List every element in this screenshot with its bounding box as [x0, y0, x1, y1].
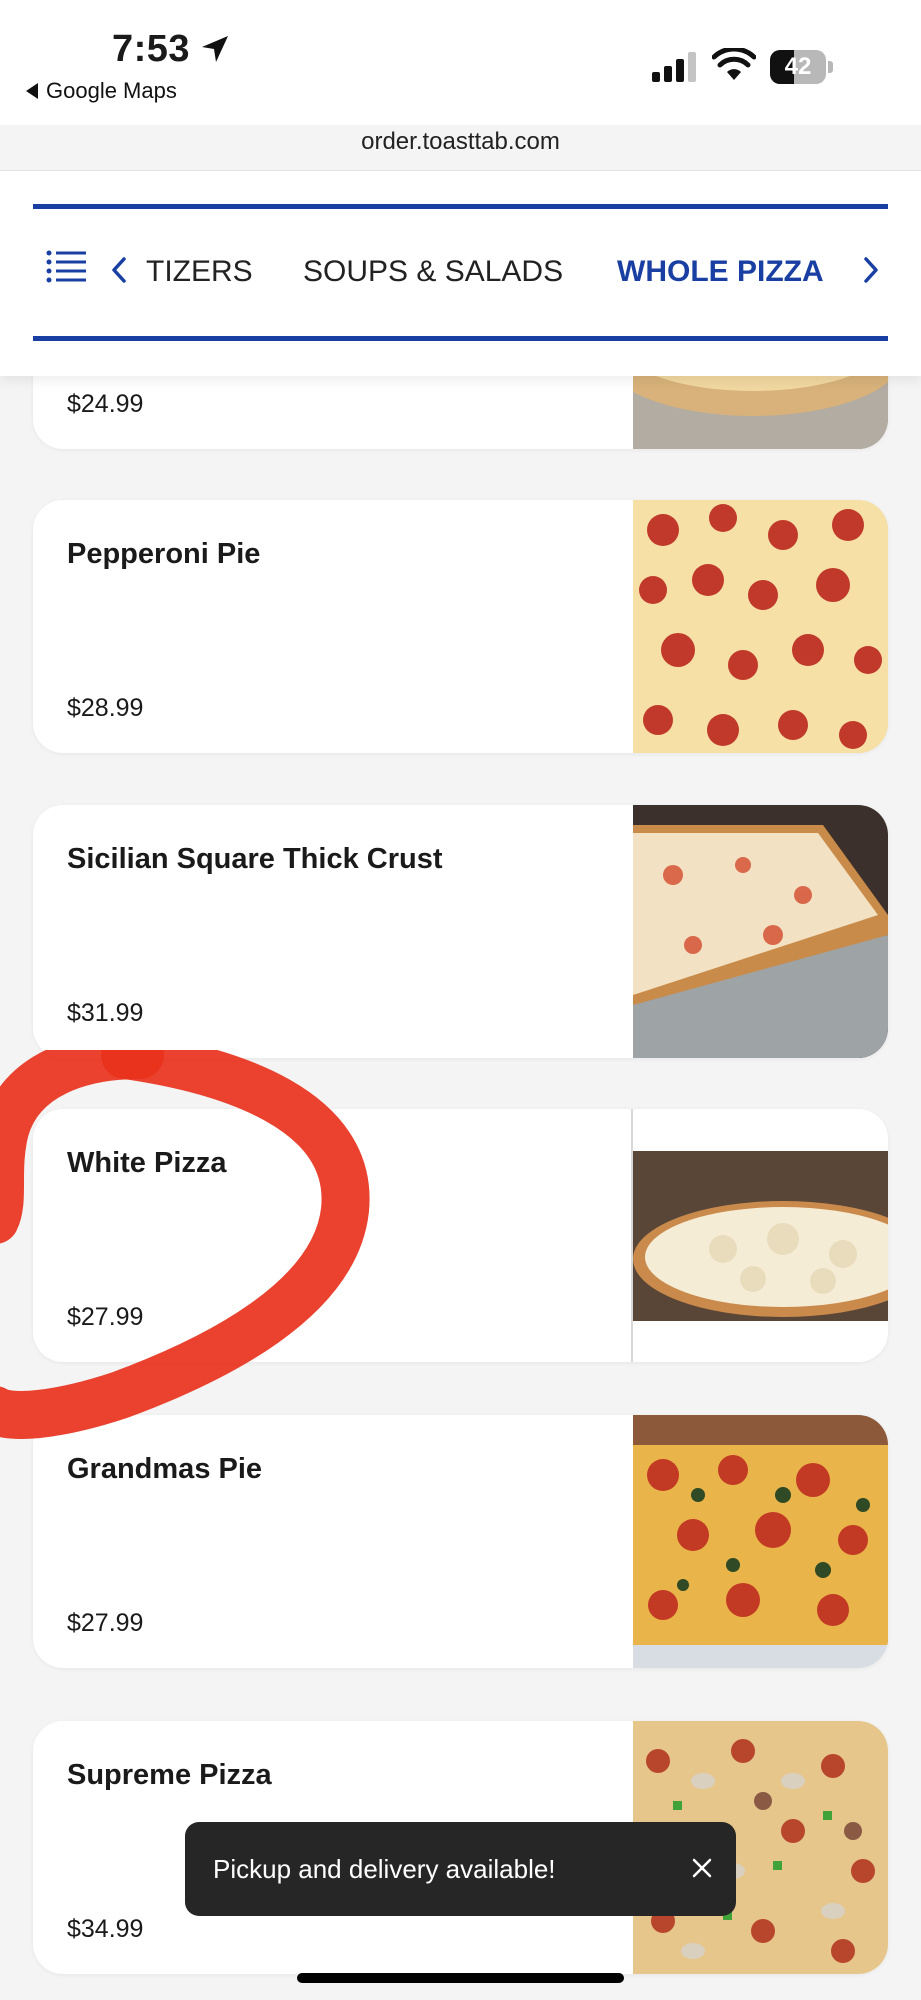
tab-appetizers[interactable]: TIZERS	[146, 255, 253, 289]
status-bar: 7:53 Google Maps 42 order.toasttab.com	[0, 0, 921, 155]
status-time: 7:53	[112, 28, 191, 70]
menu-item-card[interactable]: Grandmas Pie $27.99	[33, 1415, 888, 1668]
pizza-photo	[633, 1415, 888, 1668]
menu-item-price: $27.99	[67, 1303, 144, 1331]
chevron-right-icon[interactable]	[862, 256, 880, 289]
menu-item-name: Grandmas Pie	[67, 1453, 263, 1485]
close-icon[interactable]	[690, 1856, 714, 1885]
menu-item-card[interactable]: White Pizza $27.99	[33, 1109, 888, 1362]
cellular-signal-icon	[652, 52, 700, 87]
menu-item-name: Supreme Pizza	[67, 1759, 272, 1791]
battery-cap	[828, 61, 833, 73]
back-app-label: Google Maps	[46, 78, 177, 103]
pizza-photo	[633, 805, 888, 1058]
battery-indicator: 42	[770, 50, 834, 84]
menu-item-price: $28.99	[67, 694, 144, 722]
menu-item-card[interactable]: Sicilian Square Thick Crust $31.99	[33, 805, 888, 1058]
nav-top-rule	[33, 204, 888, 209]
toast-notification: Pickup and delivery available!	[185, 1822, 736, 1916]
toast-message: Pickup and delivery available!	[213, 1854, 556, 1884]
battery-percent: 42	[784, 53, 812, 80]
tab-soups-salads[interactable]: SOUPS & SALADS	[303, 255, 563, 289]
home-indicator[interactable]	[297, 1973, 624, 1983]
battery-body: 42	[770, 50, 826, 84]
tab-whole-pizza[interactable]: WHOLE PIZZA	[617, 255, 824, 289]
menu-item-name: Pepperoni Pie	[67, 538, 261, 570]
back-triangle-icon	[26, 83, 38, 99]
list-icon[interactable]	[46, 249, 86, 290]
menu-item-price: $31.99	[67, 999, 144, 1027]
category-nav: TIZERS SOUPS & SALADS WHOLE PIZZA	[0, 171, 921, 376]
location-arrow-icon	[200, 34, 230, 69]
menu-item-card[interactable]: Pepperoni Pie $28.99	[33, 500, 888, 753]
menu-item-name: Sicilian Square Thick Crust	[67, 843, 443, 875]
menu-item-price: $24.99	[67, 390, 144, 418]
pizza-photo	[631, 1109, 888, 1362]
menu-item-name: White Pizza	[67, 1147, 227, 1179]
chevron-left-icon[interactable]	[110, 256, 128, 289]
wifi-icon	[711, 46, 757, 87]
menu-item-price: $27.99	[67, 1609, 144, 1637]
menu-item-price: $34.99	[67, 1915, 144, 1943]
pizza-photo	[633, 500, 888, 753]
back-to-app-link[interactable]: Google Maps	[26, 78, 177, 104]
url-bar[interactable]: order.toasttab.com	[0, 128, 921, 156]
nav-bottom-rule	[33, 336, 888, 341]
